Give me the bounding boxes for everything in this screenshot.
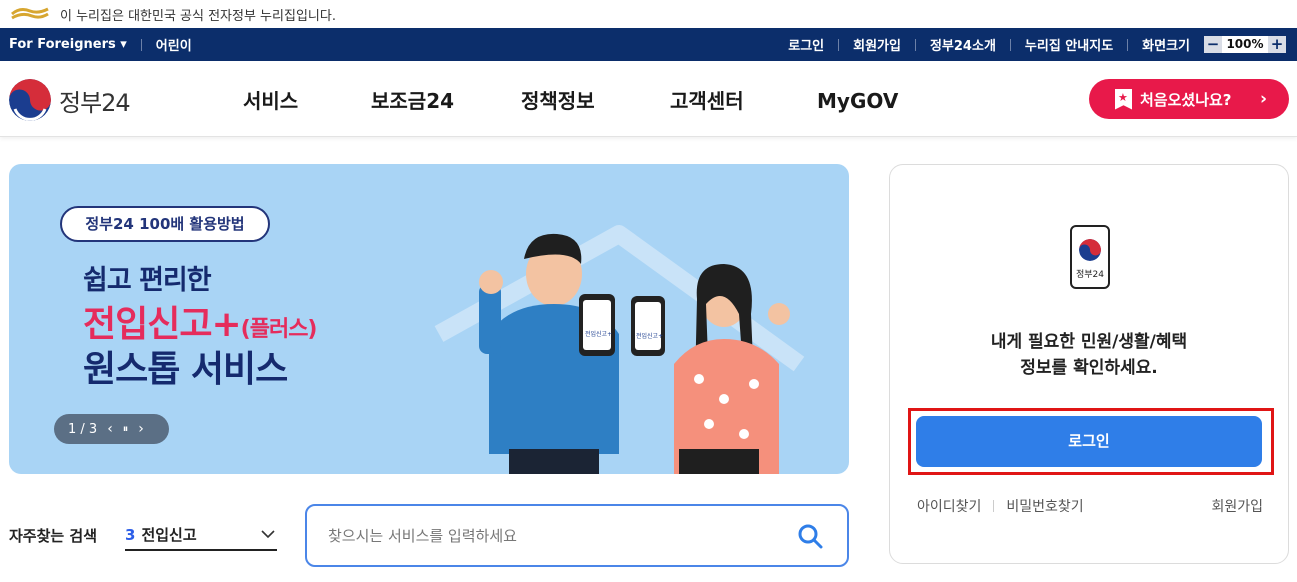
chevron-down-icon bbox=[261, 527, 275, 543]
service-search-box bbox=[305, 504, 849, 567]
first-visit-button[interactable]: ★ 처음오셨나요? › bbox=[1089, 79, 1289, 119]
phone-label: 전입신고+ bbox=[585, 331, 613, 338]
taegeuk-logo-icon bbox=[9, 79, 51, 121]
divider bbox=[140, 38, 142, 51]
search-input[interactable] bbox=[328, 526, 768, 545]
nav-subsidy24[interactable]: 보조금24 bbox=[371, 61, 454, 137]
zoom-out-button[interactable]: − bbox=[1204, 36, 1222, 53]
bookmark-star-icon: ★ bbox=[1115, 88, 1132, 110]
util-sitemap-link[interactable]: 누리집 안내지도 bbox=[1025, 35, 1113, 54]
nav-customer-center[interactable]: 고객센터 bbox=[670, 61, 744, 137]
banner-headline-2-main: 전입신고+ bbox=[83, 304, 242, 345]
divider bbox=[1127, 38, 1129, 51]
gov-emblem-icon bbox=[10, 6, 50, 22]
utility-bar: For Foreigners ▾ 어린이 로그인 회원가입 정부24소개 누리집… bbox=[0, 28, 1297, 61]
login-button[interactable]: 로그인 bbox=[916, 416, 1262, 467]
nav-mygov[interactable]: MyGOV bbox=[817, 61, 898, 137]
prev-slide-icon[interactable]: ‹ bbox=[107, 421, 113, 437]
main-banner[interactable]: 전입신고+ 전입신고+ 정부24 100배 활용방법 쉽고 편리한 전입신고+(… bbox=[9, 164, 849, 474]
banner-slider-control: 1 / 3 ‹ ⏸ › bbox=[54, 414, 169, 444]
gov-notice-bar: 이 누리집은 대한민국 공식 전자정부 누리집입니다. bbox=[0, 0, 1297, 28]
slide-counter: 1 / 3 bbox=[68, 421, 98, 437]
search-icon[interactable] bbox=[797, 523, 823, 549]
pause-icon[interactable]: ⏸ bbox=[123, 422, 129, 436]
chevron-right-icon: › bbox=[1259, 89, 1267, 109]
banner-headline-1: 쉽고 편리한 bbox=[83, 265, 212, 296]
divider bbox=[1009, 38, 1011, 51]
divider bbox=[993, 500, 995, 512]
find-password-link[interactable]: 비밀번호찾기 bbox=[1006, 496, 1083, 516]
first-visit-label: 처음오셨나요? bbox=[1140, 90, 1232, 109]
divider bbox=[838, 38, 840, 51]
login-message-line-1: 내게 필요한 민원/생활/혜택 bbox=[990, 332, 1188, 352]
util-about-link[interactable]: 정부24소개 bbox=[930, 35, 996, 54]
join-link[interactable]: 회원가입 bbox=[1211, 496, 1263, 516]
quick-search-select[interactable]: 3 전입신고 bbox=[125, 520, 277, 551]
nav-services[interactable]: 서비스 bbox=[243, 61, 298, 137]
site-logo[interactable]: 정부24 bbox=[9, 79, 131, 121]
screen-size-label: 화면크기 bbox=[1142, 39, 1190, 54]
login-message-line-2: 정보를 확인하세요. bbox=[1020, 358, 1158, 378]
phone-label: 전입신고+ bbox=[636, 333, 664, 340]
quick-search-rank: 3 bbox=[125, 525, 136, 544]
phone-logo-text: 정부24 bbox=[1075, 270, 1104, 280]
zoom-value: 100% bbox=[1222, 36, 1268, 53]
account-links: 아이디찾기 비밀번호찾기 회원가입 bbox=[917, 496, 1263, 516]
nav-policy-info[interactable]: 정책정보 bbox=[521, 61, 595, 137]
logo-text: 정부24 bbox=[59, 88, 131, 117]
quick-search-label: 자주찾는 검색 bbox=[9, 527, 98, 545]
util-join-link[interactable]: 회원가입 bbox=[853, 35, 901, 54]
banner-pill: 정부24 100배 활용방법 bbox=[60, 206, 270, 242]
next-slide-icon[interactable]: › bbox=[138, 421, 144, 437]
main-header: 정부24 서비스 보조금24 정책정보 고객센터 MyGOV ★ 처음오셨나요?… bbox=[0, 61, 1297, 137]
taegeuk-logo-icon bbox=[1079, 239, 1101, 261]
util-login-link[interactable]: 로그인 bbox=[788, 35, 824, 54]
kids-link[interactable]: 어린이 bbox=[156, 35, 192, 54]
banner-headline-3: 원스톱 서비스 bbox=[83, 349, 288, 390]
mobile-id-icon: 정부24 bbox=[1070, 225, 1110, 289]
zoom-in-button[interactable]: + bbox=[1268, 36, 1286, 53]
gov-notice-text: 이 누리집은 대한민국 공식 전자정부 누리집입니다. bbox=[60, 8, 336, 24]
for-foreigners-dropdown[interactable]: For Foreigners ▾ bbox=[9, 37, 127, 52]
zoom-control: − 100% + bbox=[1204, 36, 1286, 53]
banner-headline-2-sub: (플러스) bbox=[240, 317, 318, 342]
quick-search-value: 전입신고 bbox=[141, 526, 197, 544]
find-id-link[interactable]: 아이디찾기 bbox=[917, 496, 981, 516]
login-panel: 정부24 내게 필요한 민원/생활/혜택 정보를 확인하세요. 로그인 아이디찾… bbox=[889, 164, 1289, 564]
divider bbox=[914, 38, 916, 51]
